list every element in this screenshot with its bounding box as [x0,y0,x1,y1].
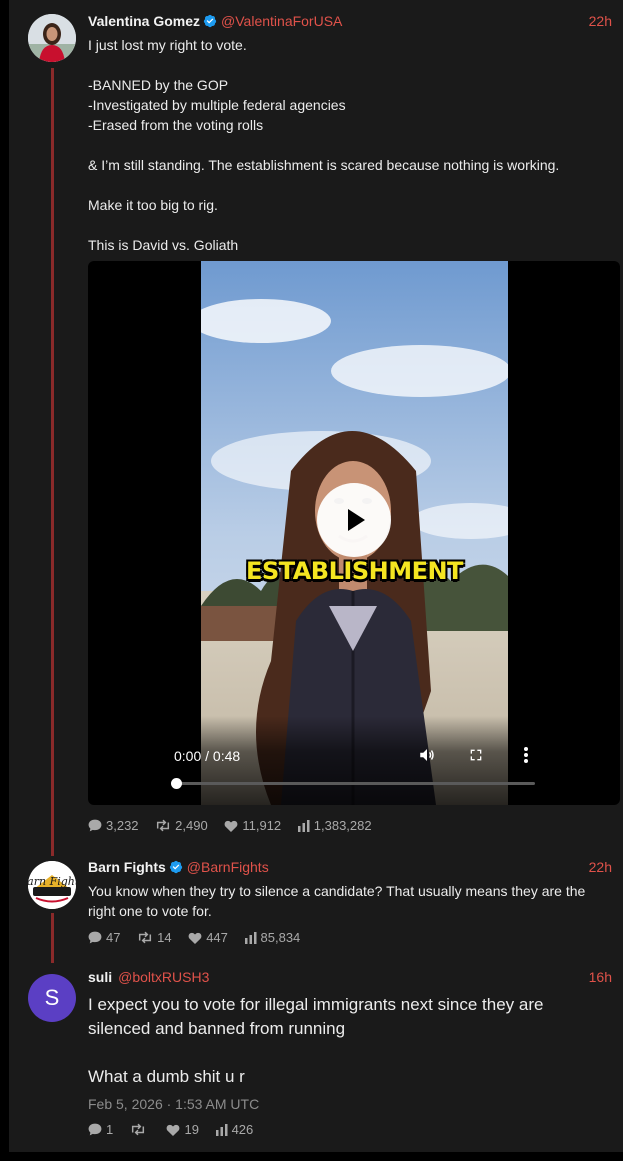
timestamp[interactable]: 16h [589,969,612,985]
tweet-date[interactable]: Feb 5, 2026 · 1:53 AM UTC [88,1096,259,1112]
author-name[interactable]: Barn Fights [88,859,166,875]
tweet-stats: 3,232 2,490 11,912 1,383,282 [88,818,385,833]
like-count: 19 [184,1122,199,1137]
timestamp[interactable]: 22h [589,859,612,875]
tweet-header: Barn Fights @BarnFights 22h [88,859,612,879]
author-handle[interactable]: @ValentinaForUSA [221,13,342,29]
like-stat[interactable]: 447 [188,930,228,945]
like-stat[interactable]: 11,912 [224,818,281,833]
video-scrub-thumb[interactable] [171,778,182,789]
tweet-header: suli @boltxRUSH3 16h [88,969,612,989]
avatar-photo [28,14,76,62]
text-line: What a dumb shit u r [88,1067,245,1086]
reply-count: 47 [106,930,121,945]
comment-icon [88,931,102,944]
thread-connector [51,68,54,856]
text-line [88,1041,609,1065]
timestamp[interactable]: 22h [589,13,612,29]
tweet-stats: 1 19 426 [88,1122,266,1137]
text-line: I expect you to vote for illegal immigra… [88,995,544,1038]
barn-fights-logo: Barn Fights [28,861,76,909]
text-line [88,55,609,75]
text-line: You know when they try to silence a cand… [88,883,586,919]
repost-count: 14 [157,930,172,945]
play-button[interactable] [317,483,391,557]
text-line: & I’m still standing. The establishment … [88,157,560,173]
views-count: 426 [231,1122,254,1137]
heart-icon [224,820,238,832]
text-line [88,175,609,195]
avatar[interactable] [28,14,76,62]
tweet-stats: 47 14 447 85,834 [88,930,313,945]
like-count: 11,912 [242,818,282,833]
repost-icon [139,931,152,944]
repost-stat[interactable]: 2,490 [155,818,208,833]
author-handle[interactable]: @BarnFights [187,859,269,875]
avatar[interactable]: S [28,974,76,1022]
fullscreen-icon[interactable] [468,746,484,764]
text-line: -Erased from the voting rolls [88,117,264,133]
repost-stat[interactable]: 14 [137,930,172,945]
comment-icon [88,1123,102,1136]
repost-count: 2,490 [175,818,208,833]
bar-chart-icon [297,820,310,832]
reply-stat[interactable]: 3,232 [88,818,139,833]
video-progress-bar[interactable] [171,778,535,789]
text-line: This is David vs. Goliath [88,237,239,253]
reply-stat[interactable]: 1 [88,1122,113,1137]
text-line: I just lost my right to vote. [88,37,247,53]
thread-connector [51,913,54,963]
views-count: 1,383,282 [313,818,372,833]
video-caption: ESTABLISHMENT [246,557,463,585]
video-player[interactable]: ESTABLISHMENT 0:00 / 0:48 [88,261,620,805]
author-name[interactable]: Valentina Gomez [88,13,200,29]
avatar-letter: S [44,985,60,1010]
tweet-text: You know when they try to silence a cand… [88,881,609,921]
verified-badge-icon [169,860,182,874]
author-handle[interactable]: @boltxRUSH3 [118,969,209,985]
like-count: 447 [206,930,228,945]
views-stat[interactable]: 1,383,282 [297,818,372,833]
comment-icon [88,819,102,832]
text-line [88,215,609,235]
repost-stat[interactable] [130,1122,150,1137]
reply-stat[interactable]: 47 [88,930,120,945]
volume-icon[interactable] [418,746,436,764]
text-line: Make it too big to rig. [88,197,218,213]
author-name[interactable]: suli [88,969,112,985]
video-timecode: 0:00 / 0:48 [174,748,241,764]
play-icon [348,509,365,531]
more-options-icon[interactable] [523,746,529,764]
views-stat[interactable]: 426 [215,1122,254,1137]
avatar-logo-text: Barn Fights [28,875,76,888]
views-stat[interactable]: 85,834 [244,930,301,945]
reply-count: 3,232 [106,818,139,833]
reply-count: 1 [106,1122,114,1137]
thread-container: Valentina Gomez @ValentinaForUSA 22h I ju… [9,0,623,1152]
bar-chart-icon [215,1124,228,1136]
like-stat[interactable]: 19 [166,1122,199,1137]
repost-icon [157,819,170,832]
verified-badge-icon [203,14,217,28]
repost-icon [131,1123,144,1136]
bar-chart-icon [244,932,257,944]
text-line: -BANNED by the GOP [88,77,229,93]
tweet-text: I expect you to vote for illegal immigra… [88,993,609,1089]
text-line: -Investigated by multiple federal agenci… [88,97,346,113]
text-line [88,135,609,155]
heart-icon [167,1124,180,1136]
video-controls[interactable]: 0:00 / 0:48 [158,716,551,805]
avatar[interactable]: Barn Fights [28,861,76,909]
tweet-text: I just lost my right to vote. -BANNED by… [88,35,609,255]
heart-icon [188,932,202,944]
views-count: 85,834 [260,930,301,945]
tweet-header: Valentina Gomez @ValentinaForUSA 22h [88,13,612,33]
